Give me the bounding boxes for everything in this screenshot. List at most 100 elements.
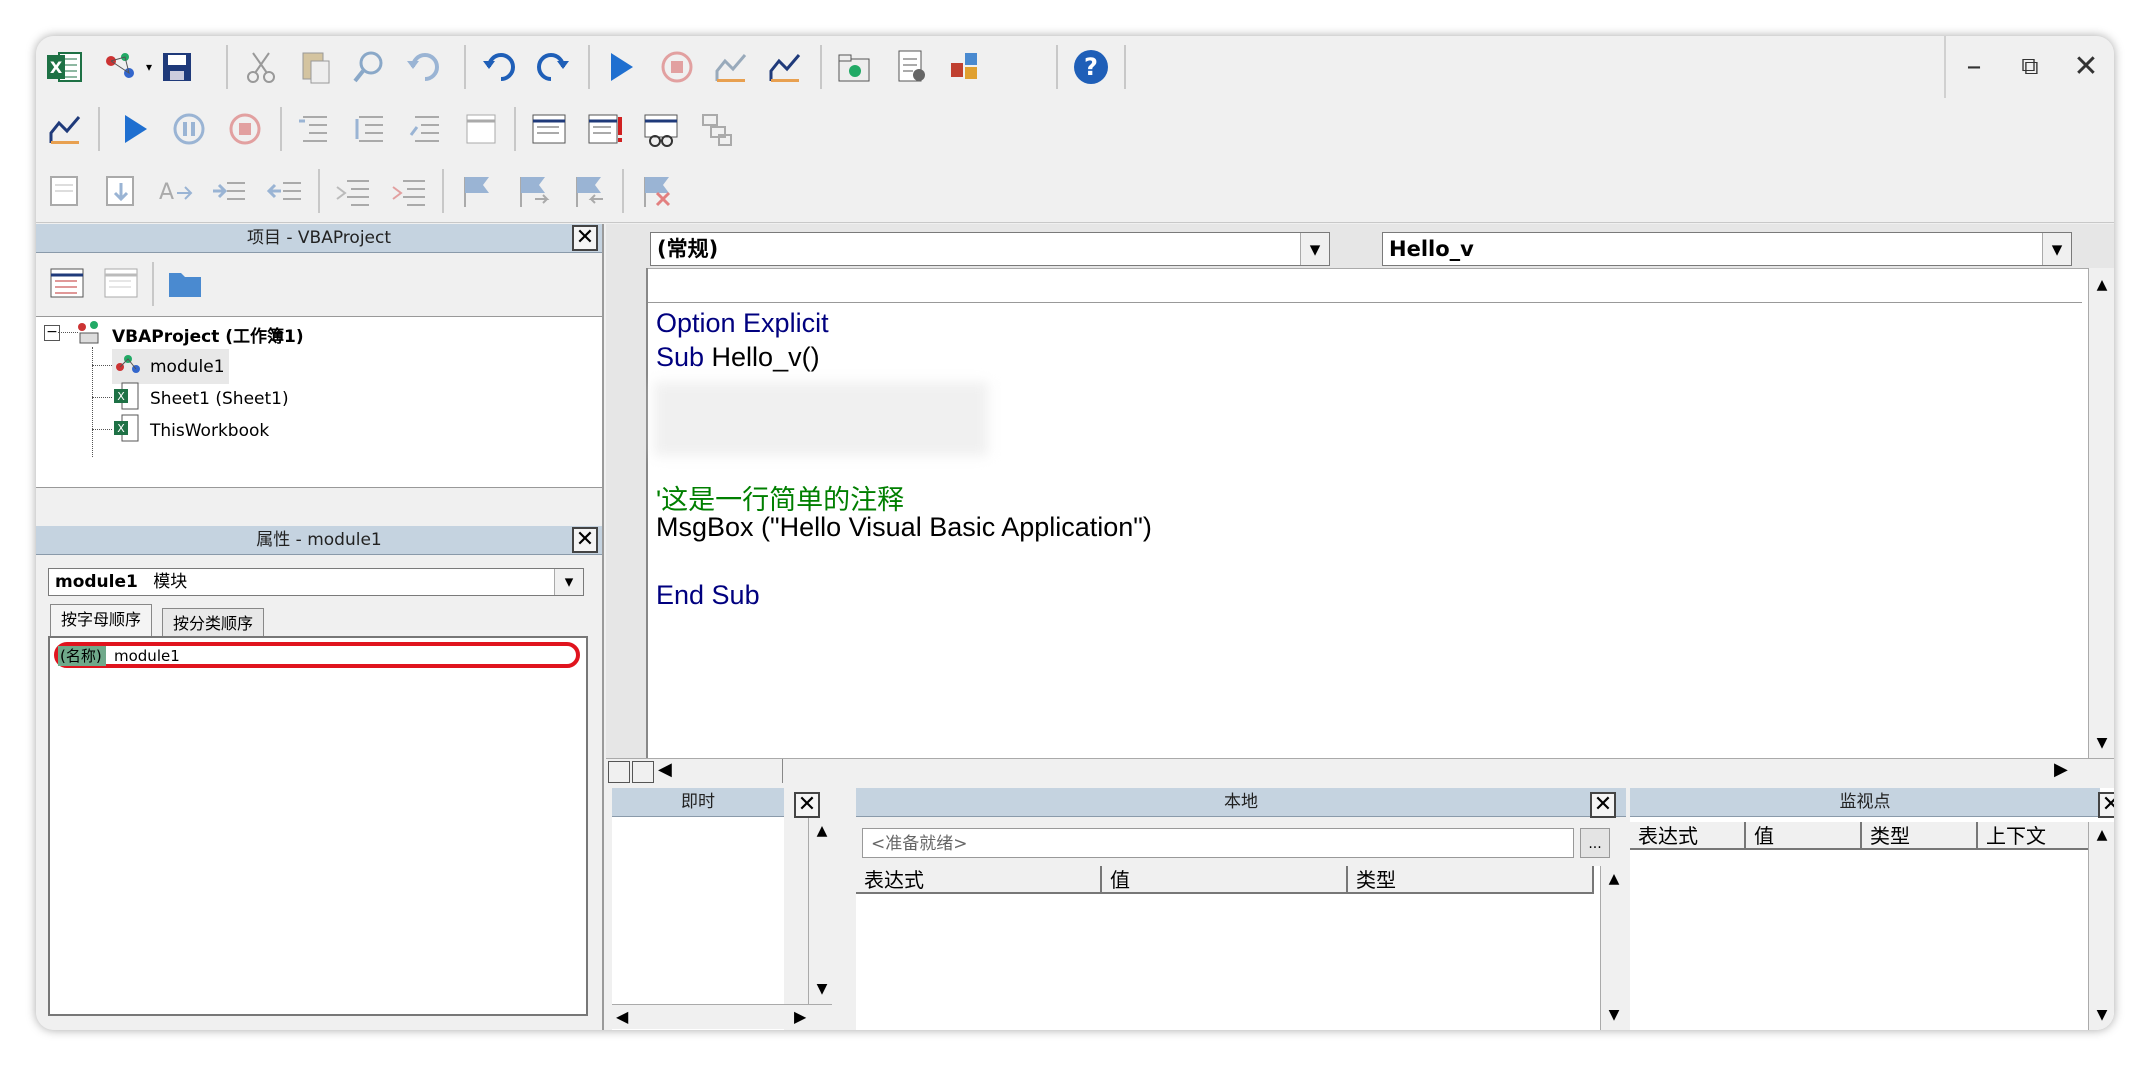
clear-bookmarks-icon[interactable]	[634, 168, 680, 214]
object-dropdown[interactable]: (常规) ▾	[650, 232, 1330, 266]
find-icon[interactable]	[346, 44, 392, 90]
chevron-down-icon[interactable]: ▾	[554, 569, 583, 595]
close-locals-panel-button[interactable]: ✕	[1590, 792, 1616, 818]
scroll-up-icon[interactable]: ▲	[2089, 272, 2114, 298]
tree-item-module1[interactable]: module1	[112, 349, 229, 384]
column-header-expression[interactable]: 表达式	[856, 866, 1102, 894]
full-module-view-icon[interactable]	[632, 761, 654, 783]
locals-window-icon[interactable]	[526, 106, 572, 152]
object-combo[interactable]: module1 模块 ▾	[48, 568, 584, 596]
tab-categorized[interactable]: 按分类顺序	[162, 608, 265, 639]
toggle-breakpoint-icon[interactable]	[458, 106, 504, 152]
insert-object-icon[interactable]	[98, 44, 144, 90]
tab-alphabetic[interactable]: 按字母顺序	[50, 604, 153, 637]
next-bookmark-icon[interactable]	[510, 168, 556, 214]
project-explorer-icon[interactable]	[832, 44, 878, 90]
restore-button[interactable]: ⧉	[2008, 44, 2052, 88]
list-properties-icon[interactable]	[42, 168, 88, 214]
scroll-down-icon[interactable]: ▼	[2089, 730, 2114, 756]
immediate-horizontal-scrollbar[interactable]: ◀ ▶	[612, 1004, 832, 1029]
tree-item-vbaproject[interactable]: VBAProject (工作簿1)	[74, 317, 304, 352]
column-header-value[interactable]: 值	[1746, 822, 1862, 850]
procedure-view-icon[interactable]	[608, 761, 630, 783]
code-line-sub[interactable]: Sub Hello_v()	[656, 342, 820, 373]
step-into-icon[interactable]	[290, 106, 336, 152]
code-vertical-scrollbar[interactable]: ▲ ▼	[2088, 268, 2114, 758]
list-constants-icon[interactable]	[98, 168, 144, 214]
call-stack-button[interactable]: ...	[1580, 828, 1610, 858]
help-icon[interactable]: ?	[1068, 44, 1114, 90]
scroll-left-icon[interactable]: ◀	[616, 1007, 628, 1026]
scroll-up-icon[interactable]: ▲	[1601, 866, 1627, 892]
minimize-button[interactable]: –	[1952, 44, 1996, 88]
close-project-panel-button[interactable]: ✕	[572, 225, 598, 251]
view-object-icon[interactable]	[98, 260, 144, 306]
tree-item-thisworkbook[interactable]: X ThisWorkbook	[112, 413, 269, 448]
watch-window-icon[interactable]	[638, 106, 684, 152]
outdent-icon[interactable]	[262, 168, 308, 214]
stop-icon[interactable]	[222, 106, 268, 152]
comment-block-icon[interactable]	[330, 168, 376, 214]
scroll-left-icon[interactable]: ◀	[658, 759, 672, 780]
step-out-icon[interactable]	[402, 106, 448, 152]
watch-vertical-scrollbar[interactable]: ▲ ▼	[2088, 822, 2114, 1030]
undo-icon[interactable]	[476, 44, 522, 90]
view-code-icon[interactable]	[44, 260, 90, 306]
uncomment-block-icon[interactable]	[386, 168, 432, 214]
previous-bookmark-icon[interactable]	[566, 168, 612, 214]
procedure-dropdown[interactable]: Hello_v ▾	[1382, 232, 2072, 266]
cut-icon[interactable]	[238, 44, 284, 90]
run-icon[interactable]	[112, 106, 158, 152]
close-watch-panel-button[interactable]: ✕	[2098, 792, 2114, 818]
close-immediate-panel-button[interactable]: ✕	[794, 792, 820, 818]
design-mode-icon[interactable]	[762, 44, 808, 90]
column-header-context[interactable]: 上下文	[1978, 822, 2094, 850]
immediate-vertical-scrollbar[interactable]: ▲ ▼	[808, 818, 835, 1004]
column-header-value[interactable]: 值	[1102, 866, 1348, 894]
chevron-down-icon[interactable]: ▾	[2042, 233, 2071, 265]
design-mode-icon[interactable]	[42, 106, 88, 152]
toggle-folders-icon[interactable]	[162, 260, 208, 306]
design-mode-disabled-icon[interactable]	[708, 44, 754, 90]
code-line-end-sub[interactable]: End Sub	[656, 580, 760, 611]
column-header-expression[interactable]: 表达式	[1630, 822, 1746, 850]
properties-window-icon[interactable]	[888, 44, 934, 90]
run-icon[interactable]	[598, 44, 644, 90]
code-line-option[interactable]: Option Explicit	[656, 308, 829, 339]
scroll-right-icon[interactable]: ▶	[2054, 759, 2068, 780]
redo-icon[interactable]	[530, 44, 576, 90]
locals-vertical-scrollbar[interactable]: ▲ ▼	[1600, 866, 1627, 1030]
stop-icon[interactable]	[654, 44, 700, 90]
indent-icon[interactable]	[206, 168, 252, 214]
close-window-button[interactable]: ✕	[2064, 44, 2108, 88]
scroll-up-icon[interactable]: ▲	[2089, 822, 2114, 848]
scroll-up-icon[interactable]: ▲	[809, 818, 835, 844]
save-icon[interactable]	[154, 44, 200, 90]
quick-info-icon[interactable]: A	[152, 168, 198, 214]
toggle-bookmark-icon[interactable]	[454, 168, 500, 214]
pause-icon[interactable]	[166, 106, 212, 152]
object-browser-icon[interactable]	[942, 44, 988, 90]
step-over-icon[interactable]	[346, 106, 392, 152]
excel-icon[interactable]: X	[42, 44, 88, 90]
scroll-right-icon[interactable]: ▶	[794, 1007, 806, 1026]
dropdown-arrow-icon[interactable]: ▾	[146, 60, 152, 74]
scroll-down-icon[interactable]: ▼	[1601, 1002, 1627, 1028]
scroll-down-icon[interactable]: ▼	[2089, 1002, 2114, 1028]
column-header-type[interactable]: 类型	[1348, 866, 1594, 894]
paste-icon[interactable]	[292, 44, 338, 90]
chevron-down-icon[interactable]: ▾	[1300, 233, 1329, 265]
undo-disabled-icon[interactable]	[400, 44, 446, 90]
margin-indicator-bar[interactable]	[606, 268, 648, 758]
code-horizontal-scrollbar[interactable]: ◀ ▶	[606, 758, 2114, 785]
immediate-window-icon[interactable]	[582, 106, 628, 152]
property-value[interactable]: module1	[114, 646, 180, 666]
tree-item-sheet1[interactable]: X Sheet1 (Sheet1)	[112, 381, 289, 416]
call-stack-icon[interactable]	[694, 106, 740, 152]
column-header-type[interactable]: 类型	[1862, 822, 1978, 850]
scroll-down-icon[interactable]: ▼	[809, 976, 835, 1002]
code-line-msgbox[interactable]: MsgBox ("Hello Visual Basic Application"…	[656, 512, 1152, 543]
close-properties-panel-button[interactable]: ✕	[572, 527, 598, 553]
scroll-thumb[interactable]	[692, 759, 783, 783]
tree-expander[interactable]: −	[44, 325, 60, 341]
